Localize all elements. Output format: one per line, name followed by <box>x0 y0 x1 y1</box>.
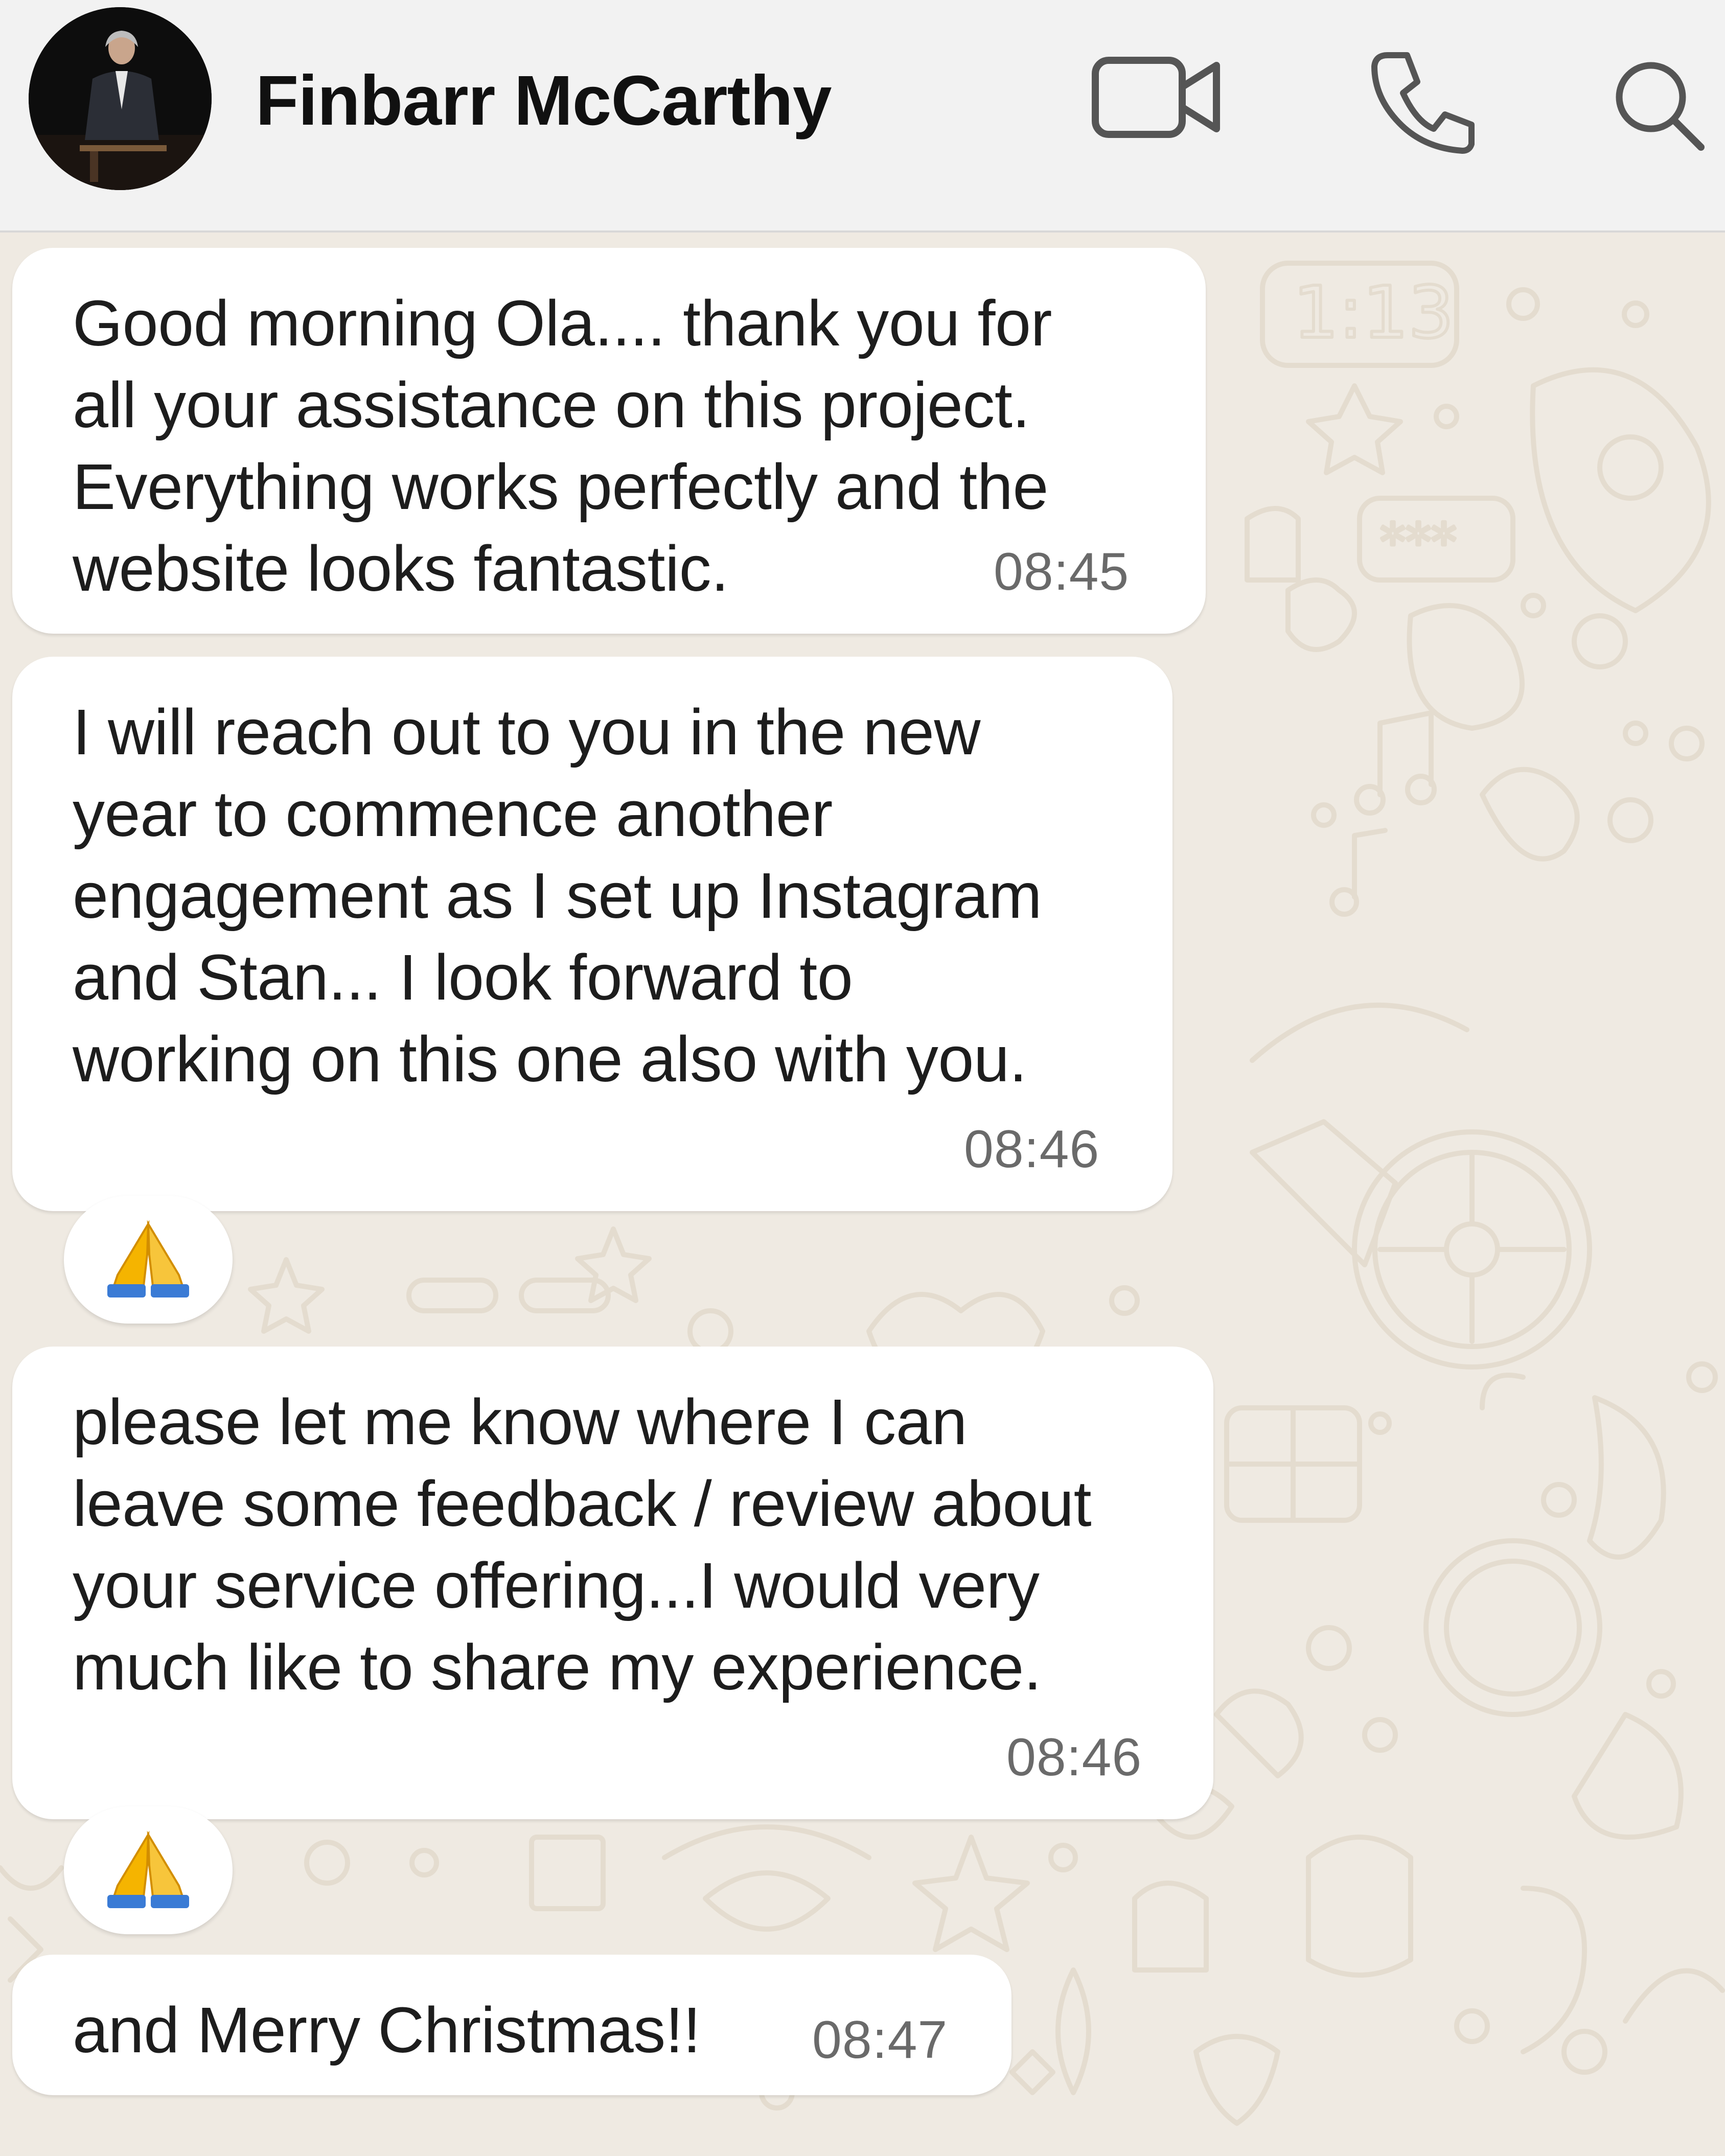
message-bubble[interactable]: please let me know where I can leave som… <box>12 1347 1213 1819</box>
search-icon[interactable] <box>1610 56 1707 153</box>
message-timestamp: 08:46 <box>1006 1728 1142 1787</box>
svg-text:1:13: 1:13 <box>1293 271 1454 355</box>
chat-area[interactable]: 1:13 *** Good morning Ola.... thank you … <box>0 233 1725 2156</box>
phone-icon[interactable] <box>1367 46 1480 158</box>
reaction-badge[interactable] <box>64 1806 233 1934</box>
folded-hands-icon <box>107 1220 189 1297</box>
avatar-photo <box>29 7 212 190</box>
message-text: Good morning Ola.... thank you for all y… <box>73 287 1052 605</box>
reaction-badge[interactable] <box>64 1196 233 1324</box>
message-bubble[interactable]: Good morning Ola.... thank you for all y… <box>12 248 1206 634</box>
message-bubble[interactable]: and Merry Christmas!! 08:47 <box>12 1955 1011 2095</box>
video-camera-icon[interactable] <box>1091 51 1224 143</box>
chat-header: Finbarr McCarthy <box>0 0 1725 233</box>
message-timestamp: 08:45 <box>994 542 1130 601</box>
folded-hands-icon <box>107 1830 189 1908</box>
message-text: I will reach out to you in the new year … <box>73 696 1042 1095</box>
contact-name[interactable]: Finbarr McCarthy <box>256 60 832 142</box>
message-timestamp: 08:46 <box>964 1120 1100 1179</box>
svg-text:***: *** <box>1380 512 1457 572</box>
message-text: please let me know where I can leave som… <box>73 1386 1092 1703</box>
contact-avatar[interactable] <box>29 7 212 190</box>
message-bubble[interactable]: I will reach out to you in the new year … <box>12 657 1172 1211</box>
message-timestamp: 08:47 <box>812 2010 948 2070</box>
